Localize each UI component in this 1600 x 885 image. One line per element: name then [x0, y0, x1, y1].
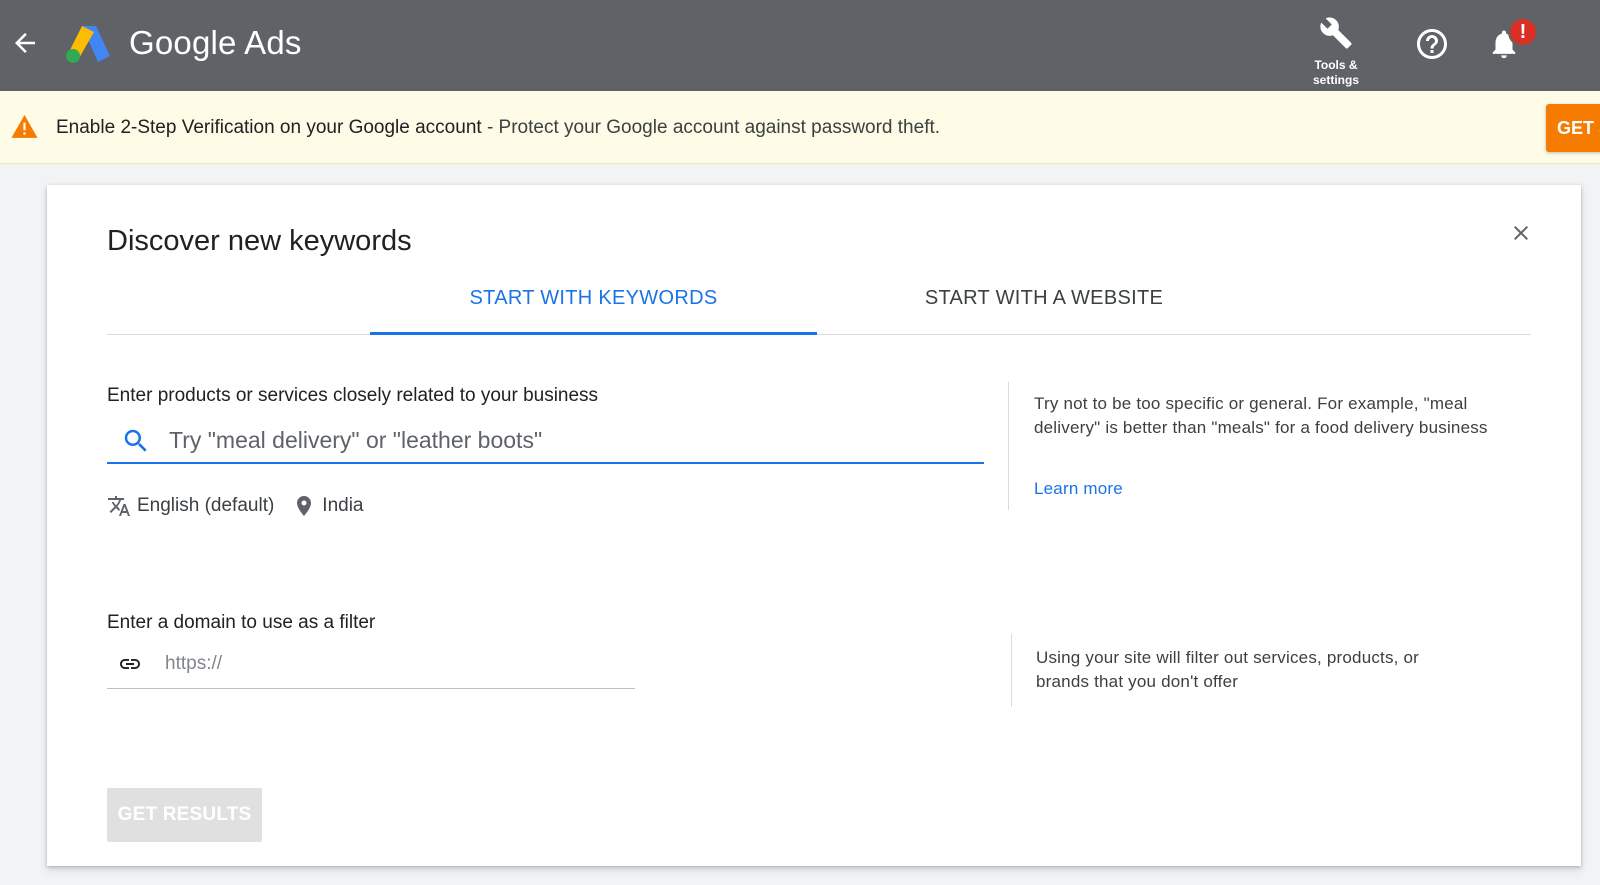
- arrow-back-icon[interactable]: [10, 28, 40, 58]
- keywords-label: Enter products or services closely relat…: [107, 385, 599, 406]
- discover-keywords-dialog: Discover new keywords START WITH KEYWORD…: [47, 185, 1581, 866]
- close-icon[interactable]: [1509, 221, 1533, 245]
- warning-icon: [11, 115, 38, 139]
- banner-message: Enable 2-Step Verification on your Googl…: [56, 117, 940, 139]
- get-started-button[interactable]: GET S: [1546, 104, 1600, 152]
- location-value: India: [322, 495, 364, 516]
- get-results-button[interactable]: GET RESULTS: [107, 788, 262, 842]
- tab-start-with-website[interactable]: START WITH A WEBSITE: [817, 287, 1271, 335]
- learn-more-link[interactable]: Learn more: [1034, 479, 1123, 499]
- targeting-row: English (default) India: [107, 491, 364, 521]
- tab-start-with-keywords[interactable]: START WITH KEYWORDS: [370, 287, 817, 335]
- help-icon[interactable]: [1414, 26, 1450, 62]
- language-selector[interactable]: English (default): [107, 494, 274, 518]
- keywords-input[interactable]: [169, 420, 969, 460]
- banner-title: Enable 2-Step Verification on your Googl…: [56, 117, 482, 138]
- security-banner: Enable 2-Step Verification on your Googl…: [0, 91, 1600, 164]
- language-value: English (default): [137, 495, 275, 516]
- top-app-bar: Google Ads Tools & settings !: [0, 0, 1600, 91]
- wrench-icon: [1320, 17, 1352, 49]
- product-name: Google Ads: [129, 24, 302, 61]
- domain-tip-divider: [1011, 634, 1012, 707]
- keywords-field: [107, 416, 984, 464]
- dialog-title: Discover new keywords: [107, 225, 412, 257]
- notification-badge: !: [1508, 17, 1538, 47]
- google-ads-logo[interactable]: [64, 22, 112, 64]
- location-pin-icon: [297, 496, 312, 516]
- tools-settings-button[interactable]: Tools & settings: [1293, 16, 1379, 88]
- keywords-tip-divider: [1008, 382, 1009, 510]
- tools-settings-label: Tools & settings: [1312, 58, 1359, 87]
- domain-input[interactable]: [165, 648, 605, 680]
- domain-field: [107, 640, 635, 689]
- domain-tip: Using your site will filter out services…: [1036, 648, 1420, 691]
- domain-label: Enter a domain to use as a filter: [107, 612, 376, 633]
- translate-icon: [108, 496, 130, 516]
- search-icon: [121, 426, 151, 456]
- link-icon: [114, 652, 146, 676]
- location-selector[interactable]: India: [292, 494, 364, 518]
- keywords-tip: Try not to be too specific or general. F…: [1034, 394, 1488, 437]
- banner-description: - Protect your Google account against pa…: [481, 117, 941, 138]
